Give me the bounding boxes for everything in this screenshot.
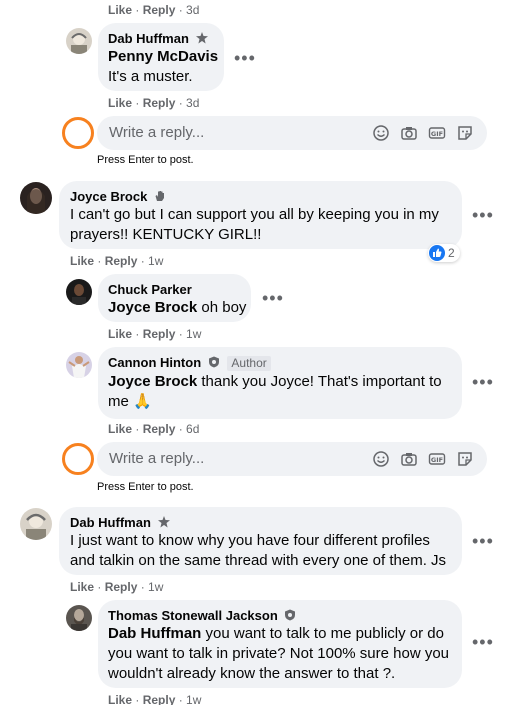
reply-placeholder: Write a reply... [109, 124, 205, 141]
comment-author[interactable]: Chuck Parker [108, 282, 192, 297]
reply-link[interactable]: Reply [105, 254, 138, 268]
comment-time: 1w [148, 580, 164, 594]
avatar[interactable] [20, 508, 52, 540]
comment-text: you want to talk to me publicly or do [205, 625, 444, 642]
comment-author[interactable]: Joyce Brock [70, 189, 147, 204]
comment-bubble: Cannon Hinton Author Joyce Brock thank y… [98, 347, 462, 419]
more-options-icon[interactable]: ••• [472, 373, 494, 391]
comment-author[interactable]: Dab Huffman [108, 31, 189, 46]
like-link[interactable]: Like [108, 327, 132, 341]
more-options-icon[interactable]: ••• [472, 633, 494, 651]
sticker-icon[interactable] [456, 124, 474, 142]
reaction-count[interactable]: 2 [428, 244, 460, 262]
avatar[interactable] [20, 182, 52, 214]
avatar[interactable] [66, 352, 92, 378]
svg-text:GIF: GIF [431, 130, 443, 138]
gif-icon[interactable]: GIF [428, 450, 446, 468]
reply-input[interactable]: Write a reply... GIF [97, 116, 487, 150]
comment-text: I can't go but I can support you all by … [70, 206, 439, 223]
tagged-name[interactable]: Joyce Brock [108, 299, 197, 316]
comment-text: oh boy [201, 299, 247, 316]
more-options-icon[interactable]: ••• [472, 532, 494, 550]
comment-bubble: Dab Huffman I just want to know why you … [59, 507, 462, 575]
like-link[interactable]: Like [108, 3, 132, 17]
comment-time: 1w [148, 254, 164, 268]
comment-text: thank you Joyce! That's important to [201, 373, 442, 390]
reply-input[interactable]: Write a reply... GIF [97, 442, 487, 476]
camera-icon[interactable] [400, 450, 418, 468]
comment-text: you want to talk in private? Not 100% su… [108, 645, 450, 662]
comment-author[interactable]: Cannon Hinton [108, 355, 201, 370]
comment-actions: Like · Reply · 1w [70, 254, 164, 268]
author-badge: Author [227, 356, 271, 371]
like-link[interactable]: Like [70, 580, 94, 594]
reply-link[interactable]: Reply [143, 693, 176, 705]
more-options-icon[interactable]: ••• [262, 289, 284, 307]
comment-bubble: Dab Huffman Penny McDavis It's a muster. [98, 23, 224, 91]
tagged-name[interactable]: Penny McDavis [108, 47, 218, 67]
emoji-icon[interactable] [372, 124, 390, 142]
emoji-icon[interactable] [372, 450, 390, 468]
avatar[interactable] [66, 28, 92, 54]
like-link[interactable]: Like [70, 254, 94, 268]
comment-actions: Like · Reply · 1w [108, 327, 202, 341]
reply-link[interactable]: Reply [143, 3, 176, 17]
more-options-icon[interactable]: ••• [234, 49, 256, 67]
wave-icon [154, 190, 166, 205]
comment-actions: Like · Reply · 1w [70, 580, 164, 594]
avatar-placeholder-ring [62, 443, 94, 475]
comment-text: wouldn't already know the answer to that… [108, 665, 396, 682]
reply-link[interactable]: Reply [143, 327, 176, 341]
avatar[interactable] [66, 279, 92, 305]
press-enter-hint: Press Enter to post. [97, 154, 194, 166]
reply-placeholder: Write a reply... [109, 450, 205, 467]
comment-author[interactable]: Dab Huffman [70, 515, 151, 530]
comment-actions: Like · Reply · 1w [108, 693, 202, 705]
sticker-icon[interactable] [456, 450, 474, 468]
like-reaction-icon [429, 245, 445, 261]
tagged-name[interactable]: Joyce Brock [108, 373, 197, 390]
shield-badge-icon [284, 609, 296, 624]
comment-bubble: Thomas Stonewall Jackson Dab Huffman you… [98, 600, 462, 688]
comment-text: and talkin on the same thread with every… [70, 552, 447, 569]
reply-link[interactable]: Reply [105, 580, 138, 594]
comment-text: prayers!! KENTUCKY GIRL!! [70, 226, 262, 243]
like-link[interactable]: Like [108, 96, 132, 110]
svg-text:GIF: GIF [431, 456, 443, 464]
avatar[interactable] [66, 605, 92, 631]
avatar-placeholder-ring [62, 117, 94, 149]
like-link[interactable]: Like [108, 693, 132, 705]
more-options-icon[interactable]: ••• [472, 206, 494, 224]
comment-actions: Like · Reply · 3d [108, 3, 200, 17]
tagged-name[interactable]: Dab Huffman [108, 625, 201, 642]
comment-time: 1w [186, 693, 202, 705]
comment-time: 1w [186, 327, 202, 341]
comment-text: me 🙏 [108, 393, 152, 410]
star-badge-icon [195, 32, 208, 47]
comment-text: It's a muster. [108, 68, 193, 85]
shield-badge-icon [208, 356, 220, 371]
comment-text: I just want to know why you have four di… [70, 532, 430, 549]
press-enter-hint: Press Enter to post. [97, 481, 194, 493]
comment-time: 6d [186, 422, 200, 436]
gif-icon[interactable]: GIF [428, 124, 446, 142]
comment-author[interactable]: Thomas Stonewall Jackson [108, 608, 278, 623]
comment-time: 3d [186, 3, 200, 17]
like-link[interactable]: Like [108, 422, 132, 436]
reply-link[interactable]: Reply [143, 96, 176, 110]
star-badge-icon [157, 516, 170, 531]
camera-icon[interactable] [400, 124, 418, 142]
comment-bubble: Chuck Parker Joyce Brock oh boy [98, 274, 251, 322]
comment-bubble: Joyce Brock I can't go but I can support… [59, 181, 462, 249]
comment-actions: Like · Reply · 6d [108, 422, 200, 436]
comment-actions: Like · Reply · 3d [108, 96, 200, 110]
reply-link[interactable]: Reply [143, 422, 176, 436]
comment-time: 3d [186, 96, 200, 110]
